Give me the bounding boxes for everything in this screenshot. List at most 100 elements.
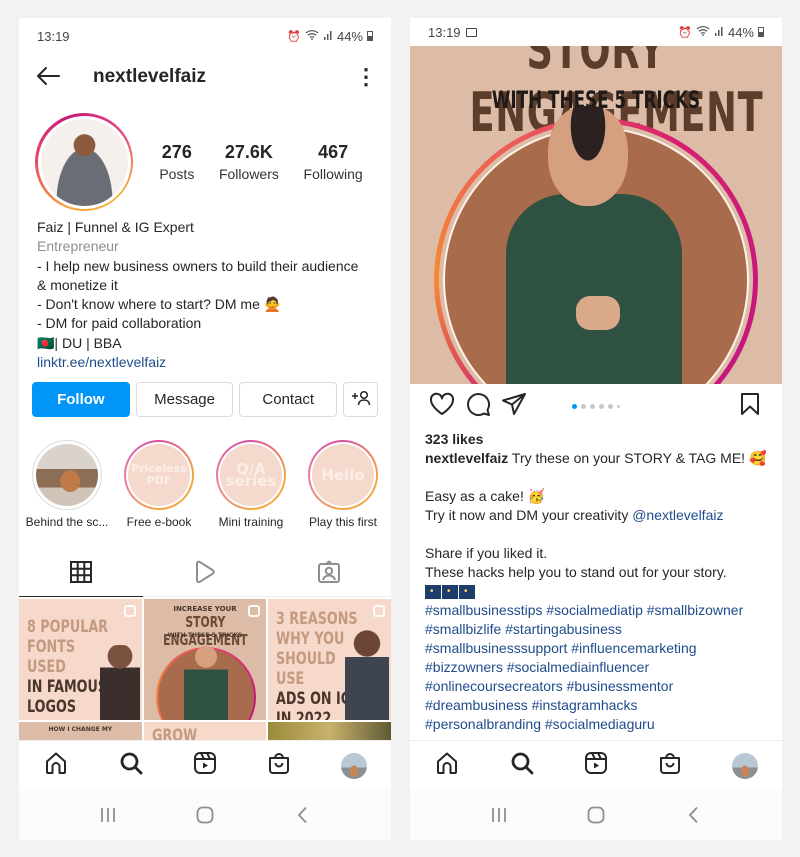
recent-apps-button[interactable] [88,800,128,830]
highlight-cover: Q/A series [220,444,282,506]
nav-reels[interactable] [576,746,616,786]
shopping-bag-icon [267,751,291,780]
profile-header: nextlevelfaiz ⋮ [19,54,391,100]
highlight-item[interactable]: Hello Play this first [298,440,388,529]
highlight-item[interactable]: Q/A series Mini training [206,440,296,529]
caption-line: These hacks help you to stand out for yo… [425,564,727,580]
profile-avatar[interactable] [35,113,133,211]
carousel-dot [608,403,613,409]
nav-search[interactable] [502,746,542,786]
status-time: 13:19 [37,28,70,44]
grid-post[interactable]: 3 REASONS WHY YOU SHOULD USE ADS ON IG I… [268,599,391,720]
profile-username: nextlevelfaiz [93,66,206,87]
bio-link[interactable]: linktr.ee/nextlevelfaiz [37,353,375,372]
bio-line: 🇧🇩| DU | BBA [37,334,122,351]
back-arrow-icon[interactable] [35,64,85,90]
caption-author[interactable]: nextlevelfaiz [425,450,508,466]
nav-home[interactable] [36,746,76,786]
bottom-navigation [19,740,391,790]
hashtag-line[interactable]: #smallbusinesstips #socialmediatip #smal… [425,601,772,620]
home-system-button[interactable] [185,800,225,830]
like-button[interactable] [424,388,460,424]
highlight-item[interactable]: Behind the sc... [22,440,112,529]
hashtag-line[interactable]: #smallbusinesssupport #influencemarketin… [425,639,772,658]
stat-followers[interactable]: 27.6K Followers [219,142,279,182]
nav-shop[interactable] [259,746,299,786]
bottom-navigation [410,740,782,790]
nav-reels[interactable] [185,746,225,786]
follow-button[interactable]: Follow [32,382,130,417]
status-bar: 13:19 ⏰ 44% [19,18,391,54]
carousel-dot [599,403,604,409]
nav-profile[interactable] [334,746,374,786]
caption-mention[interactable]: @nextlevelfaiz [632,507,723,523]
post-image[interactable]: STORY ENGAGEMENT WITH THESE 5 TRICKS [410,46,782,384]
hashtag-line[interactable]: #dreambusiness #instagramhacks [425,696,772,715]
nav-home[interactable] [427,746,467,786]
message-button[interactable]: Message [135,382,234,417]
highlight-label: Mini training [218,515,284,529]
comment-button[interactable] [460,388,496,424]
stat-posts[interactable]: 276 Posts [159,142,194,182]
grid-post[interactable]: 8 POPULAR FONTS USED IN FAMOUS LOGOS [19,599,142,720]
system-navigation [410,790,782,840]
hashtag-line[interactable]: #smallbizlife #startingabusiness [425,620,772,639]
carousel-dot [572,403,577,409]
carousel-icon [123,605,136,617]
reels-icon [193,751,217,780]
highlight-item[interactable]: Priceless PDF Free e-book [114,440,204,529]
bio-line: - I help new business owners to build th… [37,257,359,274]
alarm-icon: ⏰ [287,30,301,43]
tab-reels[interactable] [143,553,267,596]
recent-apps-button[interactable] [479,800,519,830]
stat-following[interactable]: 467 Following [304,142,363,182]
stat-value: 276 [161,142,192,162]
suggested-users-button[interactable] [343,382,378,417]
battery-percent: 44% [336,28,363,44]
bio-line: & monetize it [37,276,118,293]
profile-actions: Follow Message Contact [32,382,378,417]
likes-count[interactable]: 323 likes [425,430,772,449]
back-system-button[interactable] [673,800,713,830]
wifi-icon [305,29,319,43]
tab-tagged[interactable] [267,553,391,596]
post-thumbnail-person [99,645,140,720]
carousel-icon [372,605,385,617]
stat-label: Posts [159,166,195,182]
grid-post[interactable]: GROW [143,722,267,742]
grid-post[interactable]: HOW I CHANGE MY [19,722,142,742]
more-options-icon[interactable]: ⋮ [355,66,377,88]
nav-profile[interactable] [725,746,765,786]
grid-post[interactable]: INCREASE YOUR STORY ENGAGEMENT WITH THES… [143,599,267,720]
share-button[interactable] [496,388,532,424]
highlight-label: Behind the sc... [25,515,109,529]
battery-percent: 44% [727,24,754,40]
stat-value: 467 [318,142,349,162]
posts-grid: 8 POPULAR FONTS USED IN FAMOUS LOGOS INC… [19,599,391,742]
hashtag-line[interactable]: #onlinecoursecreators #businessmentor [425,677,772,696]
nav-search[interactable] [111,746,151,786]
contact-button[interactable]: Contact [239,382,338,417]
tab-posts-grid[interactable] [19,553,143,597]
avatar-photo [40,118,128,206]
back-system-button[interactable] [282,800,322,830]
bio-line: - DM for paid collaboration [37,315,202,332]
home-system-button[interactable] [576,800,616,830]
nav-shop[interactable] [650,746,690,786]
profile-avatar-icon [731,752,758,779]
alarm-icon: ⏰ [678,26,692,39]
hashtag-line[interactable]: #bizzowners #socialmediainfluencer [425,658,772,677]
stat-label: Followers [218,166,279,182]
hashtag-line[interactable]: #personalbranding #socialmediaguru [425,715,772,734]
save-button[interactable] [732,388,768,424]
bio-line: - Don't know where to start? DM me 🙅 [37,296,282,313]
reels-icon [584,751,608,780]
stat-value: 27.6K [224,142,273,162]
caption-line: Try it now and DM your creativity @nextl… [425,507,724,523]
highlight-cover [36,444,98,506]
grid-post[interactable] [268,722,391,742]
post-thumbnail-text: WITH THESE 5 TRICKS [167,632,243,639]
post-thumbnail-text: HOW I CHANGE MY [48,726,113,733]
bio-name: Faiz | Funnel & IG Expert [37,219,194,235]
caption-first-line: nextlevelfaiz Try these on your STORY & … [425,449,772,468]
